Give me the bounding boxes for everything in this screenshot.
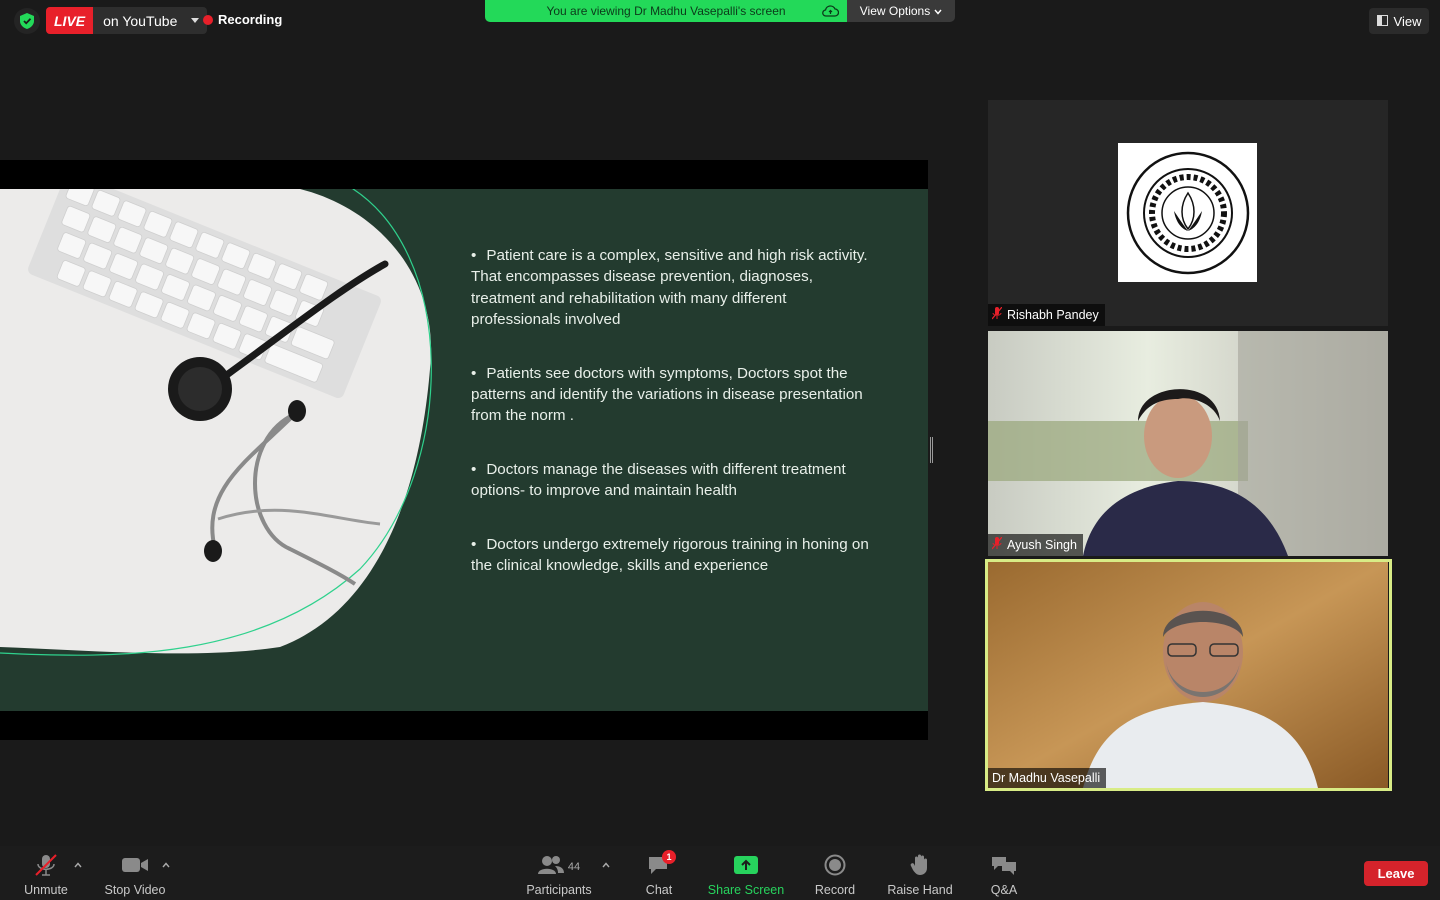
participants-icon-group: 44 [537, 854, 581, 879]
view-options-label: View Options [859, 4, 931, 18]
cloud-icon [822, 4, 840, 20]
security-shield-icon[interactable] [14, 8, 40, 34]
view-options-button[interactable]: View Options [847, 0, 955, 22]
record-icon [824, 854, 846, 879]
recording-indicator[interactable]: Recording [203, 12, 282, 27]
view-label: View [1393, 13, 1422, 29]
chat-label: Chat [645, 883, 673, 897]
raise-hand-icon [910, 854, 930, 879]
stop-video-button[interactable]: Stop Video [100, 846, 170, 900]
unmute-button[interactable]: Unmute [20, 846, 72, 900]
muted-microphone-icon [34, 854, 58, 879]
live-stream-control[interactable]: LIVE on YouTube [46, 7, 208, 34]
unmute-label: Unmute [24, 883, 68, 897]
recording-dot-icon [203, 14, 213, 25]
video-options-caret-icon[interactable] [162, 860, 170, 871]
qa-button[interactable]: Q&A [984, 846, 1024, 900]
participant-tile[interactable]: Ayush Singh [988, 331, 1388, 556]
participant-tile[interactable]: Rishabh Pandey [988, 100, 1388, 326]
live-badge: LIVE [46, 7, 94, 34]
participant-name: Ayush Singh [1007, 538, 1077, 552]
grid-view-icon [1376, 14, 1388, 29]
participant-name: Rishabh Pandey [1007, 308, 1099, 322]
share-screen-icon [733, 854, 759, 879]
raise-hand-label: Raise Hand [887, 883, 953, 897]
participants-label: Participants [526, 883, 592, 897]
slide-bullet: Doctors undergo extremely rigorous train… [471, 534, 871, 577]
stethoscope-keyboard-image [0, 189, 432, 656]
participants-options-caret-icon[interactable] [602, 860, 610, 871]
share-screen-button[interactable]: Share Screen [704, 846, 788, 900]
chat-button[interactable]: 1 Chat [638, 846, 680, 900]
muted-mic-icon [991, 306, 1003, 323]
shared-screen: Patient care is a complex, sensitive and… [0, 160, 928, 740]
participants-icon [537, 854, 564, 879]
slide-bullet: Patient care is a complex, sensitive and… [471, 245, 871, 331]
active-speaker-highlight [985, 559, 1392, 791]
muted-mic-icon [991, 536, 1003, 553]
qa-bubbles-icon [991, 854, 1017, 879]
record-label: Record [814, 883, 856, 897]
view-button[interactable]: View [1369, 8, 1429, 34]
slide-bullet: Patients see doctors with symptoms, Doct… [471, 363, 871, 427]
chat-unread-badge: 1 [662, 850, 676, 864]
participant-video [988, 331, 1388, 556]
leave-button[interactable]: Leave [1364, 861, 1428, 886]
qa-label: Q&A [990, 883, 1018, 897]
stop-video-label: Stop Video [104, 883, 166, 897]
viewing-banner-text: You are viewing Dr Madhu Vasepalli's scr… [546, 4, 786, 18]
participants-count: 44 [567, 860, 581, 873]
audio-options-caret-icon[interactable] [74, 860, 82, 871]
participants-button[interactable]: 44 Participants [522, 846, 596, 900]
raise-hand-button[interactable]: Raise Hand [884, 846, 956, 900]
viewing-banner: You are viewing Dr Madhu Vasepalli's scr… [485, 0, 847, 22]
recording-label: Recording [218, 12, 283, 27]
institute-logo [1118, 143, 1257, 282]
chevron-down-icon [934, 4, 942, 18]
video-camera-icon [121, 854, 149, 879]
share-screen-label: Share Screen [707, 883, 785, 897]
slide-bullet: Doctors manage the diseases with differe… [471, 459, 871, 502]
meeting-toolbar: Unmute Stop Video 44 Participants 1 Chat [0, 846, 1440, 900]
panel-resize-handle[interactable] [930, 437, 933, 463]
live-destination: on YouTube [103, 12, 178, 29]
slide-content: Patient care is a complex, sensitive and… [0, 189, 928, 711]
participant-name-tag: Ayush Singh [988, 534, 1083, 556]
slide-bullet-list: Patient care is a complex, sensitive and… [471, 245, 871, 608]
record-button[interactable]: Record [810, 846, 860, 900]
participant-name-tag: Rishabh Pandey [988, 304, 1105, 326]
